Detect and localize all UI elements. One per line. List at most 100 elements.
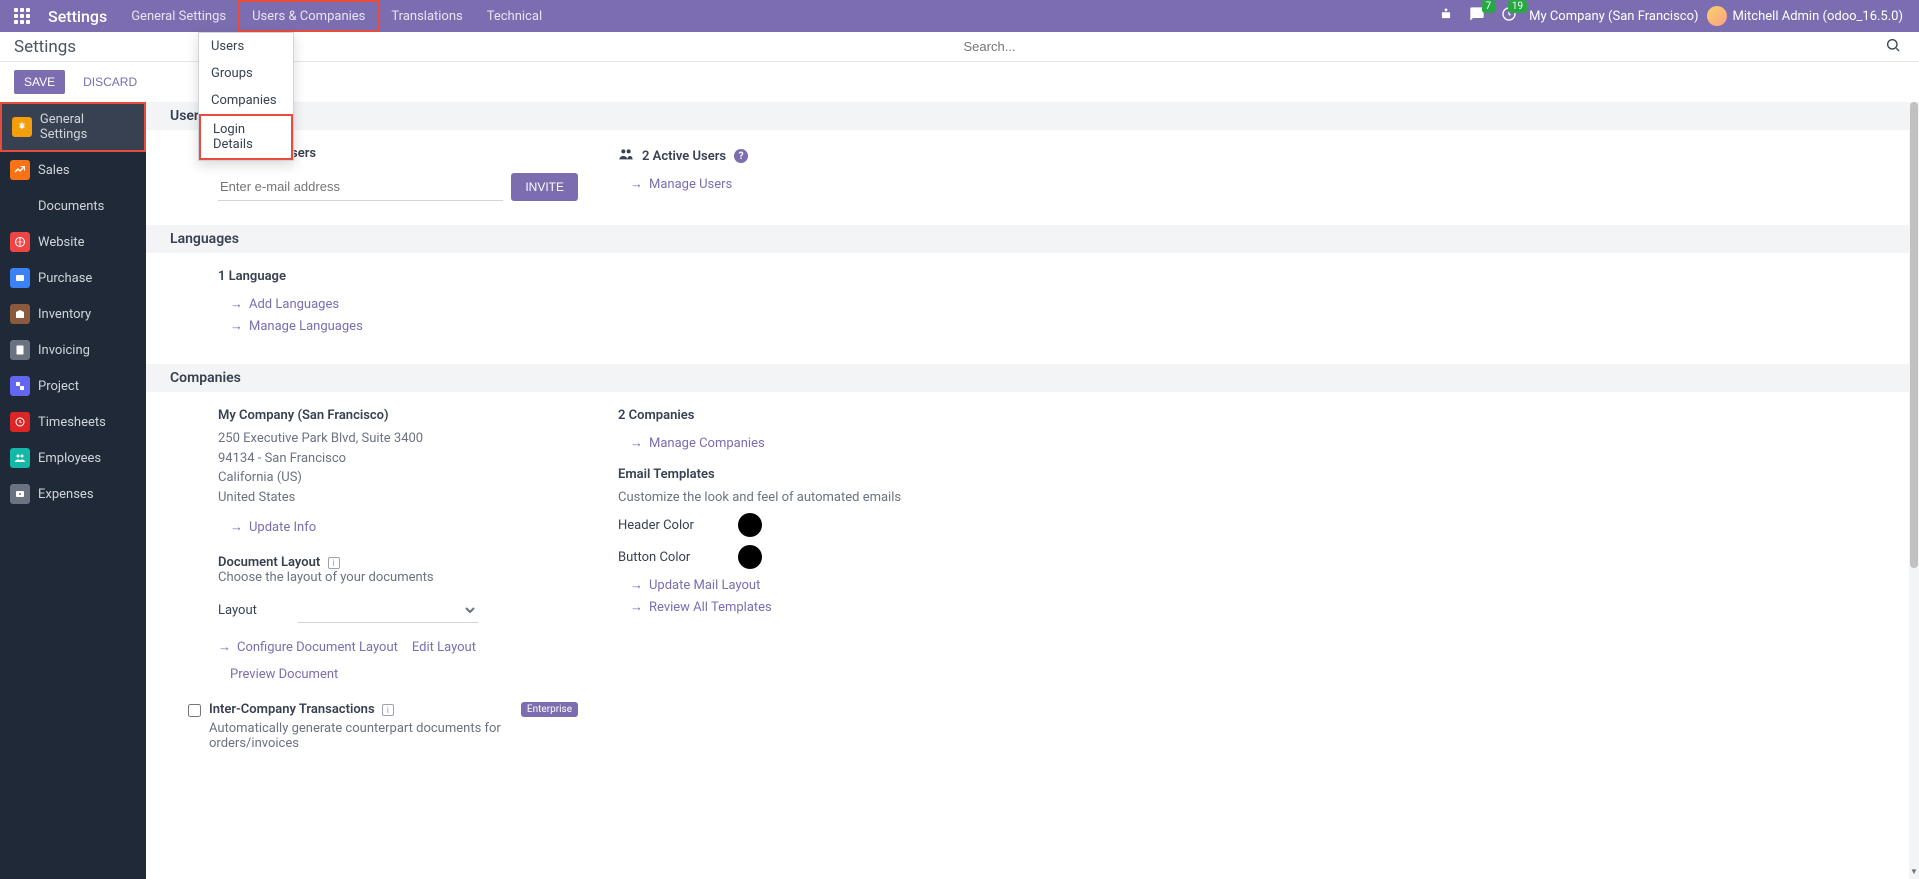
configure-layout-link[interactable]: → Configure Document Layout — [218, 639, 398, 655]
save-button[interactable]: SAVE — [14, 70, 65, 94]
manage-languages-link[interactable]: → Manage Languages — [218, 318, 578, 334]
nav-translations[interactable]: Translations — [379, 0, 474, 32]
doc-layout-label: Document Layout — [218, 555, 320, 570]
info-icon[interactable]: i — [382, 704, 394, 716]
update-mail-layout-link[interactable]: → Update Mail Layout — [618, 577, 978, 593]
box-icon — [10, 304, 30, 324]
intercompany-checkbox[interactable] — [188, 704, 201, 717]
sidebar: General Settings Sales Documents Website… — [0, 102, 146, 879]
arrow-right-icon: → — [630, 599, 643, 615]
arrow-right-icon: → — [230, 318, 243, 334]
sidebar-project[interactable]: Project — [0, 368, 146, 404]
scrollbar[interactable]: ▼ — [1909, 102, 1919, 879]
bug-icon[interactable] — [1435, 3, 1457, 29]
info-icon[interactable]: i — [328, 557, 340, 569]
arrow-right-icon: → — [230, 519, 243, 535]
top-navbar: Settings General Settings Users & Compan… — [0, 0, 1919, 32]
section-companies-header: Companies — [146, 364, 1919, 392]
intercompany-desc: Automatically generate counterpart docum… — [209, 721, 578, 751]
sidebar-general-settings[interactable]: General Settings — [0, 102, 146, 152]
nav-users-companies[interactable]: Users & Companies — [238, 0, 379, 32]
sidebar-purchase[interactable]: Purchase — [0, 260, 146, 296]
scrollbar-thumb[interactable] — [1910, 102, 1918, 568]
update-info-link[interactable]: → Update Info — [218, 519, 578, 535]
doc-layout-desc: Choose the layout of your documents — [218, 570, 578, 585]
dropdown-companies[interactable]: Companies — [199, 87, 293, 114]
active-users-count: 2 Active Users — [642, 149, 726, 164]
people-icon — [10, 448, 30, 468]
company-state: California (US) — [218, 468, 578, 488]
activities-badge: 19 — [1508, 0, 1527, 13]
arrow-right-icon: → — [630, 577, 643, 593]
discard-button[interactable]: DISCARD — [73, 70, 147, 94]
puzzle-icon — [10, 376, 30, 396]
section-languages-header: Languages — [146, 225, 1919, 253]
company-address1: 250 Executive Park Blvd, Suite 3400 — [218, 429, 578, 449]
clock-icon — [10, 412, 30, 432]
chart-icon — [10, 160, 30, 180]
search-input[interactable] — [960, 35, 1882, 58]
section-users-header: User — [146, 102, 1919, 130]
users-companies-dropdown: Users Groups Companies Login Details — [198, 32, 294, 161]
company-country: United States — [218, 488, 578, 508]
blank-icon — [10, 196, 30, 216]
company-address2: 94134 - San Francisco — [218, 449, 578, 469]
messages-badge: 7 — [1482, 0, 1496, 13]
sidebar-website[interactable]: Website — [0, 224, 146, 260]
email-templates-label: Email Templates — [618, 467, 978, 482]
dropdown-groups[interactable]: Groups — [199, 60, 293, 87]
activities-icon[interactable]: 19 — [1497, 2, 1521, 30]
nav-general-settings[interactable]: General Settings — [119, 0, 238, 32]
button-color-label: Button Color — [618, 550, 718, 565]
invite-button[interactable]: INVITE — [511, 173, 578, 201]
apps-grid-icon[interactable] — [8, 2, 36, 30]
navbar-company[interactable]: My Company (San Francisco) — [1529, 9, 1698, 24]
arrow-right-icon: → — [218, 639, 231, 655]
app-title: Settings — [40, 7, 115, 26]
layout-label: Layout — [218, 603, 278, 618]
header-color-swatch[interactable] — [738, 513, 762, 537]
help-icon[interactable]: ? — [734, 149, 748, 163]
language-count: 1 Language — [218, 269, 578, 284]
arrow-right-icon: → — [630, 435, 643, 451]
globe-icon — [10, 232, 30, 252]
my-company-name: My Company (San Francisco) — [218, 408, 578, 423]
people-icon — [618, 146, 634, 166]
messages-icon[interactable]: 7 — [1465, 2, 1489, 30]
button-color-swatch[interactable] — [738, 545, 762, 569]
search-icon[interactable] — [1881, 33, 1905, 61]
email-templates-desc: Customize the look and feel of automated… — [618, 490, 978, 505]
arrow-right-icon: → — [230, 296, 243, 312]
dropdown-login-details[interactable]: Login Details — [199, 114, 293, 160]
arrow-right-icon: → — [630, 176, 643, 192]
nav-technical[interactable]: Technical — [475, 0, 554, 32]
preview-document-link[interactable]: Preview Document — [218, 667, 578, 682]
gear-icon — [12, 117, 32, 137]
sidebar-inventory[interactable]: Inventory — [0, 296, 146, 332]
sidebar-employees[interactable]: Employees — [0, 440, 146, 476]
avatar-icon — [1707, 6, 1727, 26]
manage-companies-link[interactable]: → Manage Companies — [618, 435, 978, 451]
intercompany-label: Inter-Company Transactions — [209, 702, 375, 717]
edit-layout-link[interactable]: Edit Layout — [412, 640, 476, 655]
layout-select[interactable] — [298, 597, 478, 623]
expense-icon — [10, 484, 30, 504]
sidebar-documents[interactable]: Documents — [0, 188, 146, 224]
dropdown-users[interactable]: Users — [199, 33, 293, 60]
invite-email-input[interactable] — [218, 173, 503, 201]
sidebar-sales[interactable]: Sales — [0, 152, 146, 188]
review-templates-link[interactable]: → Review All Templates — [618, 599, 978, 615]
companies-count: 2 Companies — [618, 408, 978, 423]
sidebar-invoicing[interactable]: Invoicing — [0, 332, 146, 368]
manage-users-link[interactable]: → Manage Users — [618, 176, 978, 192]
page-title: Settings — [14, 37, 76, 57]
cart-icon — [10, 268, 30, 288]
scroll-down-icon[interactable]: ▼ — [1909, 867, 1919, 879]
add-languages-link[interactable]: → Add Languages — [218, 296, 578, 312]
main-content: User Invite New Users INVITE 2 Active Us… — [146, 102, 1919, 879]
invoice-icon — [10, 340, 30, 360]
user-menu[interactable]: Mitchell Admin (odoo_16.5.0) — [1707, 6, 1903, 26]
sidebar-timesheets[interactable]: Timesheets — [0, 404, 146, 440]
sidebar-expenses[interactable]: Expenses — [0, 476, 146, 512]
enterprise-badge: Enterprise — [521, 702, 578, 717]
